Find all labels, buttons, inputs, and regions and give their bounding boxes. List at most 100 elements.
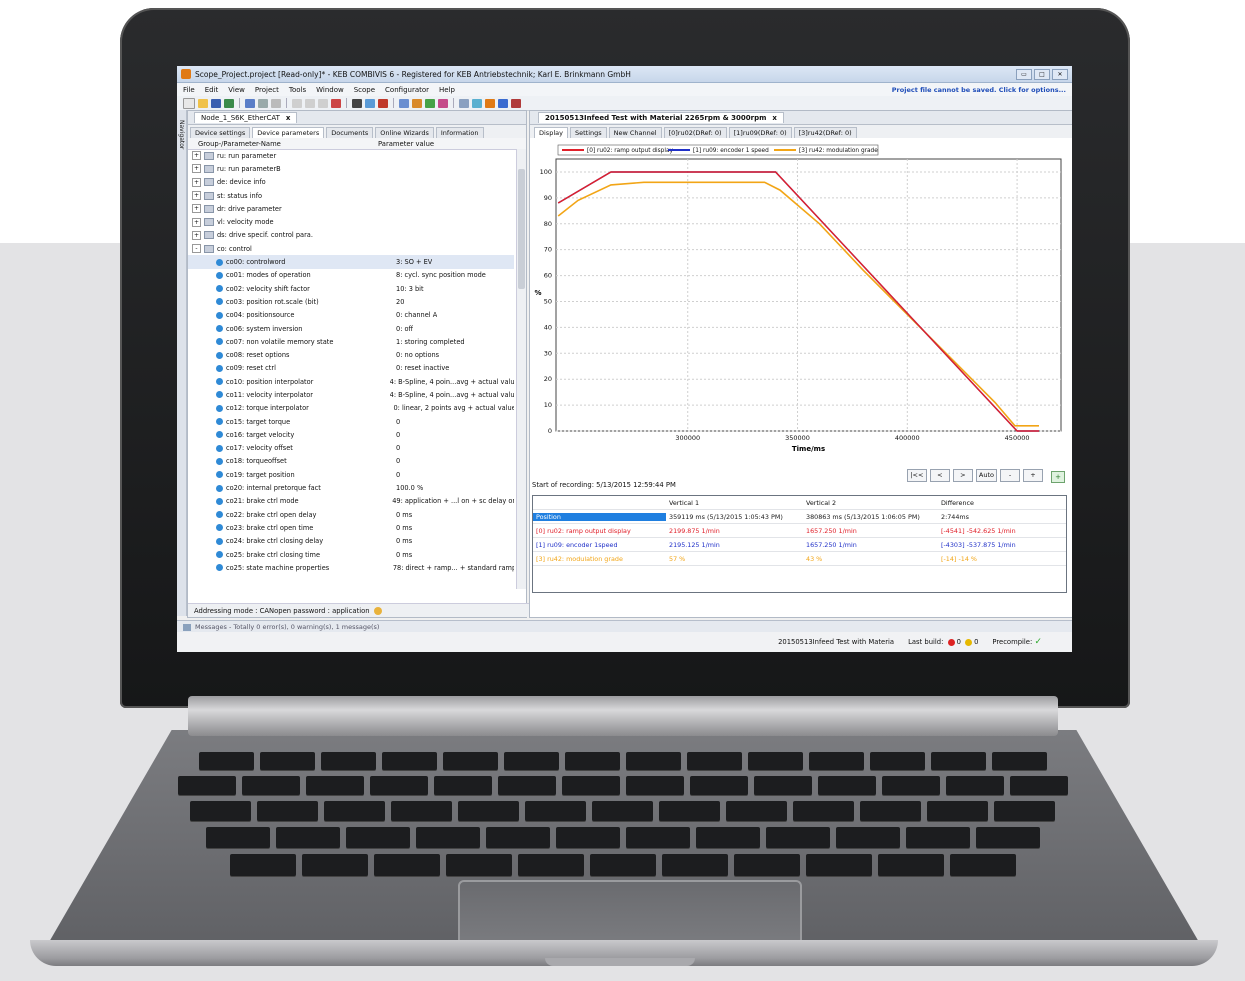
menu-file[interactable]: File (183, 86, 195, 94)
build-icon[interactable] (459, 98, 469, 108)
save-all-icon[interactable] (224, 98, 234, 108)
parameter-row[interactable]: co16: target velocity 0 (188, 428, 514, 441)
parameter-value[interactable]: 0 ms (396, 524, 412, 532)
parameter-row[interactable]: co23: brake ctrl open time 0 ms (188, 521, 514, 534)
expand-icon[interactable]: + (192, 217, 201, 227)
parameter-row[interactable]: co11: velocity interpolator 4: B-Spline, … (188, 388, 514, 401)
parameter-row[interactable]: co08: reset options 0: no options (188, 348, 514, 361)
expand-icon[interactable]: + (192, 230, 201, 240)
upload-icon[interactable] (412, 98, 422, 108)
close-icon[interactable]: x (772, 114, 777, 122)
parameter-row[interactable]: co10: position interpolator 4: B-Spline, … (188, 375, 514, 388)
expand-icon[interactable]: + (192, 164, 201, 174)
close-icon[interactable]: x (286, 114, 291, 122)
new-icon[interactable] (183, 97, 195, 109)
parameter-value[interactable]: 100.0 % (396, 484, 423, 492)
tab-device-parameters[interactable]: Device parameters (252, 127, 325, 138)
menu-view[interactable]: View (228, 86, 245, 94)
tab-display[interactable]: Display (534, 127, 568, 138)
tab-online-wizards[interactable]: Online Wizards (375, 127, 434, 138)
parameter-row[interactable]: + vl: velocity mode (188, 215, 514, 228)
parameter-value[interactable]: 0 ms (396, 537, 412, 545)
tab-channel-ru42[interactable]: [3]ru42(DRef: 0) (793, 127, 857, 138)
parameter-value[interactable]: 3: SO + EV (396, 258, 432, 266)
parameter-row[interactable]: co17: velocity offset 0 (188, 442, 514, 455)
parameter-value[interactable]: 0: channel A (396, 311, 437, 319)
menu-project[interactable]: Project (255, 86, 279, 94)
tab-settings[interactable]: Settings (569, 127, 607, 138)
parameter-row[interactable]: co25: brake ctrl closing time 0 ms (188, 548, 514, 561)
network-icon[interactable] (498, 98, 508, 108)
key-icon[interactable] (373, 606, 382, 615)
find-icon[interactable] (352, 98, 362, 108)
parameter-row[interactable]: + de: device info (188, 176, 514, 189)
tab-documents[interactable]: Documents (326, 127, 374, 138)
menu-help[interactable]: Help (439, 86, 455, 94)
parameter-value[interactable]: 49: application + ...l on + sc delay on (392, 497, 514, 505)
parameter-row[interactable]: co20: internal pretorque fact 100.0 % (188, 481, 514, 494)
parameter-row[interactable]: co02: velocity shift factor 10: 3 bit (188, 282, 514, 295)
parameter-row[interactable]: co12: torque interpolator 0: linear, 2 po… (188, 402, 514, 415)
parameter-value[interactable]: 20 (396, 298, 404, 306)
minimize-button[interactable]: ▭ (1016, 68, 1032, 80)
parameter-row[interactable]: co24: brake ctrl closing delay 0 ms (188, 535, 514, 548)
tab-new-channel[interactable]: New Channel (608, 127, 662, 138)
undo-icon[interactable] (258, 98, 268, 108)
compare-icon[interactable] (438, 98, 448, 108)
parameter-row[interactable]: co22: brake ctrl open delay 0 ms (188, 508, 514, 521)
parameter-value[interactable]: 0 (396, 444, 400, 452)
column-header-value[interactable]: Parameter value (378, 140, 434, 148)
parameter-value[interactable]: 78: direct + ramp... + standard ramp (393, 564, 514, 572)
menu-edit[interactable]: Edit (205, 86, 219, 94)
expand-icon[interactable]: + (192, 204, 201, 214)
cursor-table-row[interactable]: [3] ru42: modulation grade 57 % 43 % [-14] … (533, 552, 1066, 566)
parameter-row[interactable]: - co: control (188, 242, 514, 255)
scope-doc-tab[interactable]: 20150513Infeed Test with Material 2265rp… (538, 112, 784, 123)
cut-icon[interactable] (292, 98, 302, 108)
expand-icon[interactable]: + (192, 177, 201, 187)
copy-icon[interactable] (305, 98, 315, 108)
parameter-row[interactable]: co09: reset ctrl 0: reset inactive (188, 362, 514, 375)
parameter-row[interactable]: co01: modes of operation 8: cycl. sync po… (188, 269, 514, 282)
parameter-value[interactable]: 0: reset inactive (396, 364, 449, 372)
redo-icon[interactable] (271, 98, 281, 108)
cursor-table-row[interactable]: [0] ru02: ramp output display 2199.875 1/… (533, 524, 1066, 538)
open-icon[interactable] (198, 98, 208, 108)
parameter-value[interactable]: 0 (396, 418, 400, 426)
parameter-value[interactable]: 0 ms (396, 551, 412, 559)
parameter-value[interactable]: 1: storing completed (396, 338, 465, 346)
delete-icon[interactable] (331, 98, 341, 108)
parameter-value[interactable]: 0 (396, 471, 400, 479)
collapse-icon[interactable]: - (192, 244, 201, 254)
device-icon[interactable] (485, 98, 495, 108)
scope-chart[interactable]: 0 10 20 30 40 50 60 70 80 90 100 300000 350000 400000… (530, 139, 1072, 469)
parameter-value[interactable]: 0 (396, 431, 400, 439)
save-icon[interactable] (211, 98, 221, 108)
vertical-scrollbar[interactable] (516, 149, 526, 589)
maximize-button[interactable]: □ (1034, 68, 1050, 80)
parameter-row[interactable]: co25: state machine properties 78: direct… (188, 561, 514, 574)
tab-device-settings[interactable]: Device settings (190, 127, 251, 138)
parameter-row[interactable]: co07: non volatile memory state 1: storin… (188, 335, 514, 348)
menu-window[interactable]: Window (316, 86, 344, 94)
parameter-value[interactable]: 0: off (396, 325, 413, 333)
next-button[interactable]: > (952, 469, 973, 482)
node-doc-tab[interactable]: Node_1_S6K_EtherCAT x (194, 112, 298, 123)
navigator-strip[interactable]: Navigator (177, 110, 187, 616)
parameter-value[interactable]: 0 ms (396, 511, 412, 519)
parameter-row[interactable]: co21: brake ctrl mode 49: application + .… (188, 495, 514, 508)
paste-icon[interactable] (318, 98, 328, 108)
auto-button[interactable]: Auto (975, 469, 997, 482)
parameter-row[interactable]: + ru: run parameter (188, 149, 514, 162)
close-button[interactable]: ✕ (1052, 68, 1068, 80)
tab-information[interactable]: Information (435, 127, 484, 138)
add-cursor-button[interactable]: + (1051, 471, 1065, 483)
zoom-in-button[interactable]: + (1023, 469, 1043, 482)
parameter-value[interactable]: 0: no options (396, 351, 439, 359)
parameter-row[interactable]: co18: torqueoffset 0 (188, 455, 514, 468)
tab-channel-ru02[interactable]: [0]ru02(DRef: 0) (663, 127, 727, 138)
expand-icon[interactable]: + (192, 151, 201, 161)
scrollbar-thumb[interactable] (518, 169, 525, 289)
connect-icon[interactable] (472, 98, 482, 108)
parameter-value[interactable]: 4: B-Spline, 4 poin...avg + actual value (390, 378, 514, 386)
